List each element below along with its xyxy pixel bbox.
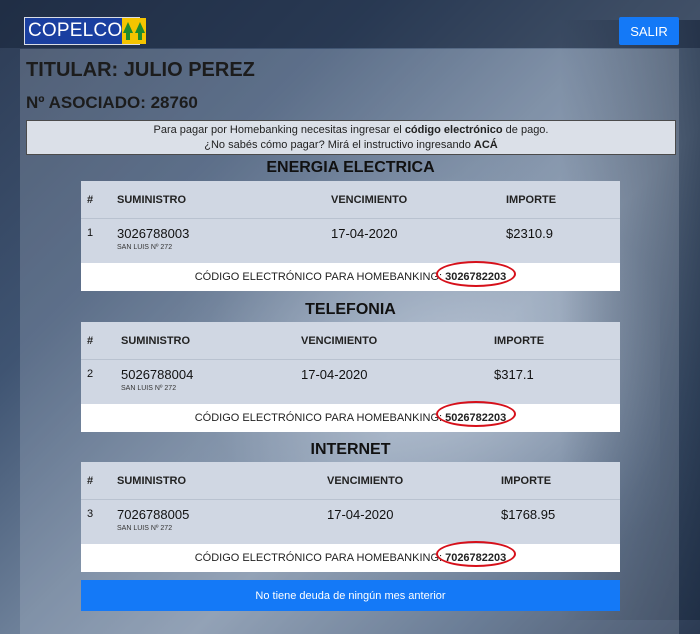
section-title-energia: ENERGIA ELECTRICA	[266, 159, 435, 176]
header-supply: SUMINISTRO	[117, 475, 187, 487]
section-title-internet: INTERNET	[310, 441, 391, 458]
row-due: 17-04-2020	[331, 226, 398, 241]
table-header: # SUMINISTRO VENCIMIENTO IMPORTE	[81, 462, 620, 500]
row-address: SAN LUIS Nº 272	[117, 244, 173, 251]
logout-button[interactable]: SALIR	[619, 17, 679, 45]
code-highlight-circle	[436, 401, 516, 427]
row-address: SAN LUIS Nº 272	[121, 385, 177, 392]
logo-text: COPELCO	[28, 20, 123, 41]
row-supply: 5026788004	[121, 367, 194, 382]
row-num: 2	[87, 368, 94, 380]
homebanking-code-row: CÓDIGO ELECTRÓNICO PARA HOMEBANKING: 502…	[81, 404, 620, 432]
table-header: # SUMINISTRO VENCIMIENTO IMPORTE	[81, 322, 620, 360]
header-supply: SUMINISTRO	[117, 194, 187, 206]
member-value: 28760	[150, 93, 198, 112]
service-card-energia: # SUMINISTRO VENCIMIENTO IMPORTE 1 30267…	[81, 181, 620, 291]
row-due: 17-04-2020	[327, 507, 394, 522]
header-num: #	[87, 335, 94, 347]
code-highlight-circle	[436, 261, 516, 287]
code-label: CÓDIGO ELECTRÓNICO PARA HOMEBANKING:	[194, 552, 443, 564]
header-num: #	[87, 194, 94, 206]
info-text: ¿No sabés cómo pagar? Mirá el instructiv…	[204, 139, 474, 151]
info-line-1: Para pagar por Homebanking necesitas ing…	[27, 123, 675, 138]
debt-status-bar: No tiene deuda de ningún mes anterior	[81, 580, 620, 611]
homebanking-info-box: Para pagar por Homebanking necesitas ing…	[26, 120, 676, 155]
table-row: 2 5026788004 SAN LUIS Nº 272 17-04-2020 …	[81, 360, 620, 404]
header-num: #	[87, 475, 94, 487]
copelco-logo[interactable]: COPELCO	[24, 17, 147, 45]
info-text: Para pagar por Homebanking necesitas ing…	[153, 124, 405, 136]
row-supply: 7026788005	[117, 507, 190, 522]
service-card-telefonia: # SUMINISTRO VENCIMIENTO IMPORTE 2 50267…	[81, 322, 620, 432]
homebanking-code-row: CÓDIGO ELECTRÓNICO PARA HOMEBANKING: 302…	[81, 263, 620, 291]
row-supply: 3026788003	[117, 226, 190, 241]
pine-trees-icon	[122, 18, 147, 44]
row-num: 1	[87, 227, 94, 239]
table-row: 3 7026788005 SAN LUIS Nº 272 17-04-2020 …	[81, 500, 620, 544]
row-num: 3	[87, 508, 94, 520]
header-amount: IMPORTE	[494, 335, 545, 347]
header-amount: IMPORTE	[506, 194, 557, 206]
header-due: VENCIMIENTO	[327, 475, 404, 487]
row-due: 17-04-2020	[301, 367, 368, 382]
code-label: CÓDIGO ELECTRÓNICO PARA HOMEBANKING:	[194, 412, 443, 424]
instructions-link[interactable]: ACÁ	[474, 139, 498, 151]
holder-label: TITULAR:	[26, 59, 119, 81]
table-header: # SUMINISTRO VENCIMIENTO IMPORTE	[81, 181, 620, 219]
member-label: Nº ASOCIADO:	[26, 93, 146, 112]
header-due: VENCIMIENTO	[331, 194, 408, 206]
holder-name: JULIO PEREZ	[123, 59, 255, 81]
section-title-telefonia: TELEFONIA	[305, 301, 396, 318]
header-amount: IMPORTE	[501, 475, 552, 487]
homebanking-code-row: CÓDIGO ELECTRÓNICO PARA HOMEBANKING: 702…	[81, 544, 620, 572]
account-holder: TITULAR: JULIO PEREZ	[26, 59, 255, 82]
row-amount: $2310.9	[506, 226, 553, 241]
header-supply: SUMINISTRO	[121, 335, 191, 347]
table-row: 1 3026788003 SAN LUIS Nº 272 17-04-2020 …	[81, 219, 620, 263]
member-number: Nº ASOCIADO: 28760	[26, 93, 198, 113]
code-highlight-circle	[436, 541, 516, 567]
info-text: de pago.	[502, 124, 549, 136]
row-amount: $1768.95	[501, 507, 556, 522]
info-line-2: ¿No sabés cómo pagar? Mirá el instructiv…	[27, 138, 675, 153]
info-bold-text: código electrónico	[404, 124, 503, 136]
code-label: CÓDIGO ELECTRÓNICO PARA HOMEBANKING:	[194, 271, 443, 283]
header-due: VENCIMIENTO	[301, 335, 378, 347]
row-address: SAN LUIS Nº 272	[117, 525, 173, 532]
service-card-internet: # SUMINISTRO VENCIMIENTO IMPORTE 3 70267…	[81, 462, 620, 572]
debt-status-text: No tiene deuda de ningún mes anterior	[255, 589, 446, 602]
row-amount: $317.1	[494, 367, 534, 382]
